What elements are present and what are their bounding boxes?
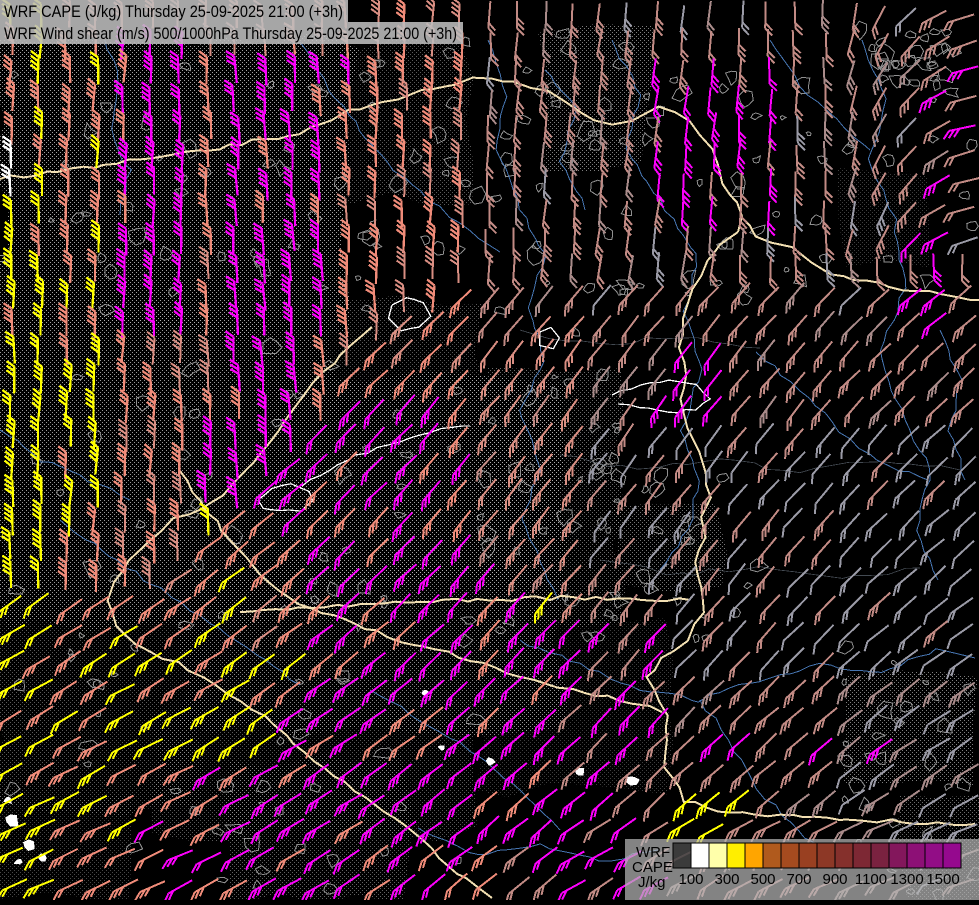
- svg-text:WRF Wind shear (m/s) 500/1000h: WRF Wind shear (m/s) 500/1000hPa Thursda…: [4, 24, 457, 43]
- svg-text:700: 700: [786, 871, 811, 888]
- svg-text:500: 500: [750, 871, 775, 888]
- svg-text:1300: 1300: [890, 871, 923, 888]
- svg-text:1500: 1500: [926, 871, 959, 888]
- svg-text:WRF CAPE (J/kg) Thursday 25-09: WRF CAPE (J/kg) Thursday 25-09-2025 21:0…: [4, 2, 343, 21]
- svg-text:1100: 1100: [855, 871, 887, 888]
- svg-text:900: 900: [822, 871, 847, 888]
- svg-text:300: 300: [714, 871, 739, 888]
- svg-text:100: 100: [678, 871, 703, 888]
- svg-text:J/kg: J/kg: [638, 874, 666, 891]
